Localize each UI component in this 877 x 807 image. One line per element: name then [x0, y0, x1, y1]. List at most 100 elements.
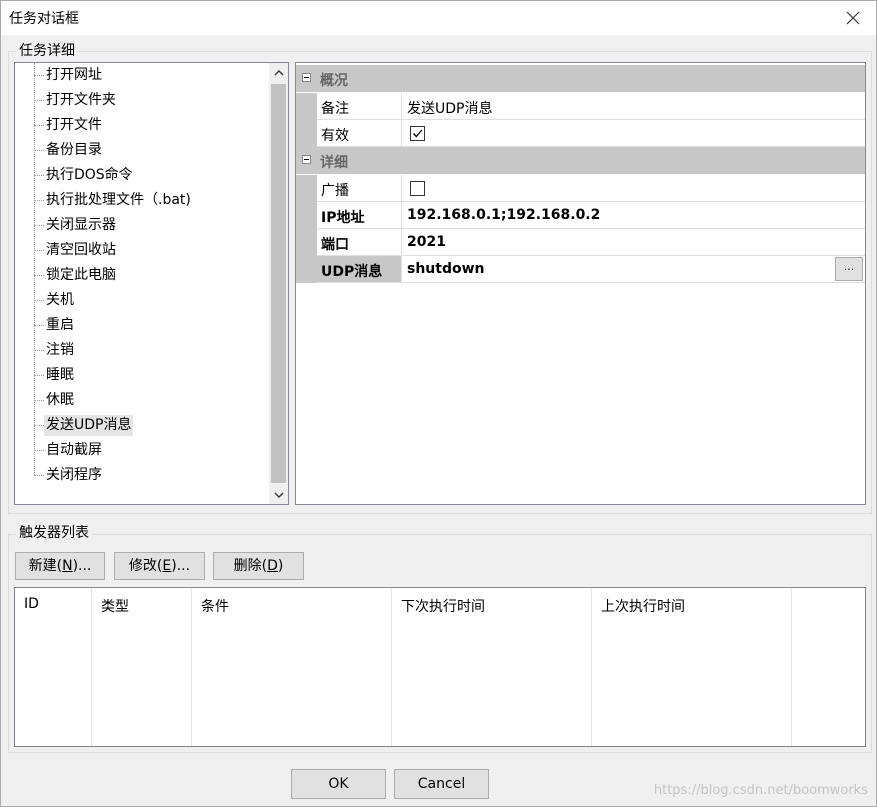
scroll-down-arrow[interactable] [269, 485, 288, 504]
tree-connector [34, 100, 44, 101]
browse-ellipsis-button[interactable]: ... [835, 257, 863, 281]
delete-trigger-button[interactable]: 删除(D) [213, 552, 304, 580]
tree-connector [34, 375, 44, 376]
category-label: 详细 [320, 155, 348, 171]
cancel-button[interactable]: Cancel [394, 769, 489, 799]
property-name-cell: 备注 [317, 93, 401, 120]
tree-connector [34, 200, 44, 201]
property-value-cell[interactable]: 2021 [401, 229, 865, 256]
column-header-id: ID [24, 596, 39, 612]
column-condition[interactable]: 条件 [192, 588, 392, 746]
edit-button-label-pre: 修改( [128, 558, 163, 574]
tree-connector [34, 450, 44, 451]
checkbox-checked[interactable] [410, 126, 425, 141]
ok-button[interactable]: OK [291, 769, 386, 799]
property-name-cell: 端口 [317, 229, 401, 256]
tree-item[interactable]: 发送UDP消息 [15, 413, 269, 438]
property-category[interactable]: 详细 [296, 147, 865, 174]
property-name: 广播 [321, 183, 349, 199]
tree-connector [34, 250, 44, 251]
scroll-up-arrow[interactable] [269, 63, 288, 82]
property-row[interactable]: 备注 发送UDP消息 [296, 93, 865, 120]
new-button-hotkey: N [62, 558, 73, 574]
tree-item-label: 自动截屏 [46, 442, 102, 458]
tree-connector [34, 150, 44, 151]
tree-item[interactable]: 打开文件夹 [15, 88, 269, 113]
scroll-thumb[interactable] [271, 84, 286, 483]
tree-item[interactable]: 关闭显示器 [15, 213, 269, 238]
row-gutter [296, 175, 317, 202]
trigger-list[interactable]: ID 类型 条件 下次执行时间 上次执行时间 [14, 587, 866, 747]
property-value-cell[interactable] [401, 175, 865, 202]
property-value-cell[interactable] [401, 120, 865, 147]
property-row[interactable]: 广播 [296, 175, 865, 202]
tree-vertical-scrollbar[interactable] [269, 63, 288, 504]
category-label: 概况 [320, 73, 348, 89]
column-type[interactable]: 类型 [92, 588, 192, 746]
property-value: 2021 [407, 234, 446, 250]
column-next-run[interactable]: 下次执行时间 [392, 588, 592, 746]
property-name: 备注 [321, 101, 349, 117]
new-button-label-post: )... [72, 558, 92, 574]
tree-item-label: 清空回收站 [46, 242, 116, 258]
property-name: IP地址 [321, 210, 365, 226]
tree-item-label: 执行DOS命令 [46, 167, 133, 183]
checkbox-unchecked[interactable] [410, 181, 425, 196]
tree-item[interactable]: 休眠 [15, 388, 269, 413]
tree-item[interactable]: 关闭程序 [15, 463, 269, 488]
property-value-cell[interactable]: shutdown... [401, 256, 865, 283]
tree-item[interactable]: 关机 [15, 288, 269, 313]
property-name-cell: 有效 [317, 120, 401, 147]
column-id[interactable]: ID [15, 588, 92, 746]
column-last-run[interactable]: 上次执行时间 [592, 588, 792, 746]
tree-item[interactable]: 清空回收站 [15, 238, 269, 263]
watermark: https://blog.csdn.net/boomworks [653, 783, 868, 798]
close-button[interactable] [838, 5, 868, 31]
column-header-type: 类型 [101, 599, 129, 615]
tree-item-label: 关闭程序 [46, 467, 102, 483]
property-row[interactable]: UDP消息 shutdown... [296, 256, 865, 283]
tree-item[interactable]: 打开网址 [15, 63, 269, 88]
property-row[interactable]: 有效 [296, 120, 865, 147]
tree-item[interactable]: 锁定此电脑 [15, 263, 269, 288]
tree-item[interactable]: 睡眠 [15, 363, 269, 388]
tree-item[interactable]: 自动截屏 [15, 438, 269, 463]
title-bar: 任务对话框 [1, 1, 876, 35]
edit-button-label-post: )... [171, 558, 191, 574]
property-row[interactable]: IP地址 192.168.0.1;192.168.0.2 [296, 202, 865, 229]
edit-button-hotkey: E [162, 558, 172, 574]
tree-item-label: 关机 [46, 292, 74, 308]
tree-connector [34, 325, 44, 326]
tree-item[interactable]: 注销 [15, 338, 269, 363]
tree-connector [34, 225, 44, 226]
task-type-tree[interactable]: 打开网址 打开文件夹 打开文件备份目录执行DOS命令执行批处理文件（.bat) 关闭显… [14, 62, 289, 505]
tree-item[interactable]: 重启 [15, 313, 269, 338]
property-row[interactable]: 端口 2021 [296, 229, 865, 256]
collapse-icon[interactable] [302, 155, 311, 164]
tree-item[interactable]: 备份目录 [15, 138, 269, 163]
delete-button-label-pre: 删除( [233, 558, 268, 574]
row-gutter [296, 93, 317, 120]
chevron-up-icon [274, 69, 283, 75]
tree-item-label: 备份目录 [46, 142, 102, 158]
tree-connector [34, 75, 44, 76]
tree-connector [34, 475, 44, 476]
row-gutter [296, 120, 317, 147]
tree-item-label: 执行批处理文件（.bat) [46, 192, 191, 208]
tree-item[interactable]: 执行DOS命令 [15, 163, 269, 188]
triggers-legend: 触发器列表 [16, 525, 92, 541]
tree-connector [34, 125, 44, 126]
property-grid[interactable]: 概况备注 发送UDP消息 有效详细广播 IP地址 192.168.0.1;192.168… [295, 62, 866, 505]
tree-item[interactable]: 执行批处理文件（.bat) [15, 188, 269, 213]
collapse-icon[interactable] [302, 73, 311, 82]
tree-connector [34, 350, 44, 351]
property-name-cell: IP地址 [317, 202, 401, 229]
property-value-cell[interactable]: 发送UDP消息 [401, 93, 865, 120]
property-value-cell[interactable]: 192.168.0.1;192.168.0.2 [401, 202, 865, 229]
property-category[interactable]: 概况 [296, 65, 865, 92]
window-title: 任务对话框 [9, 11, 79, 27]
tree-item-label: 重启 [46, 317, 74, 333]
new-trigger-button[interactable]: 新建(N)... [15, 552, 105, 580]
edit-trigger-button[interactable]: 修改(E)... [114, 552, 205, 580]
tree-item[interactable]: 打开文件 [15, 113, 269, 138]
